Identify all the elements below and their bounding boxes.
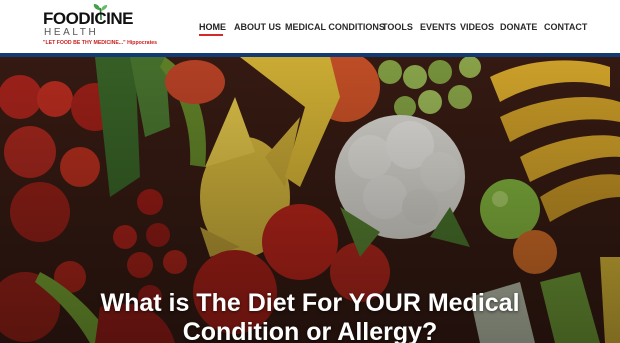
logo-tagline: "LET FOOD BE THY MEDICINE..." Hippocrate… bbox=[43, 40, 158, 46]
nav-item-home[interactable]: HOME bbox=[199, 20, 226, 34]
nav-item-medical-conditions[interactable]: MEDICAL CONDITIONS bbox=[285, 20, 385, 34]
nav-item-tools[interactable]: TOOLS bbox=[382, 20, 413, 34]
logo-subword: HEALTH bbox=[44, 27, 99, 38]
site-logo[interactable]: FOODICINE HEALTH "LET FOOD BE THY MEDICI… bbox=[43, 4, 157, 50]
hero-title-line-1: What is The Diet For YOUR Medical bbox=[100, 289, 520, 317]
hero-title-line-2: Condition or Allergy? bbox=[182, 318, 438, 343]
nav-item-contact[interactable]: CONTACT bbox=[544, 20, 587, 34]
nav-item-videos[interactable]: VIDEOS bbox=[460, 20, 494, 34]
nav-item-events[interactable]: EVENTS bbox=[420, 20, 456, 34]
logo-wordmark: FOODICINE bbox=[43, 9, 133, 28]
nav-item-about-us[interactable]: ABOUT US bbox=[234, 20, 281, 34]
site-header: FOODICINE HEALTH "LET FOOD BE THY MEDICI… bbox=[0, 0, 620, 53]
hero-banner: What is The Diet For YOUR Medical Condit… bbox=[0, 57, 620, 343]
hero-title: What is The Diet For YOUR Medical Condit… bbox=[60, 289, 560, 343]
nav-item-donate[interactable]: DONATE bbox=[500, 20, 537, 34]
nav-active-indicator bbox=[199, 34, 223, 36]
